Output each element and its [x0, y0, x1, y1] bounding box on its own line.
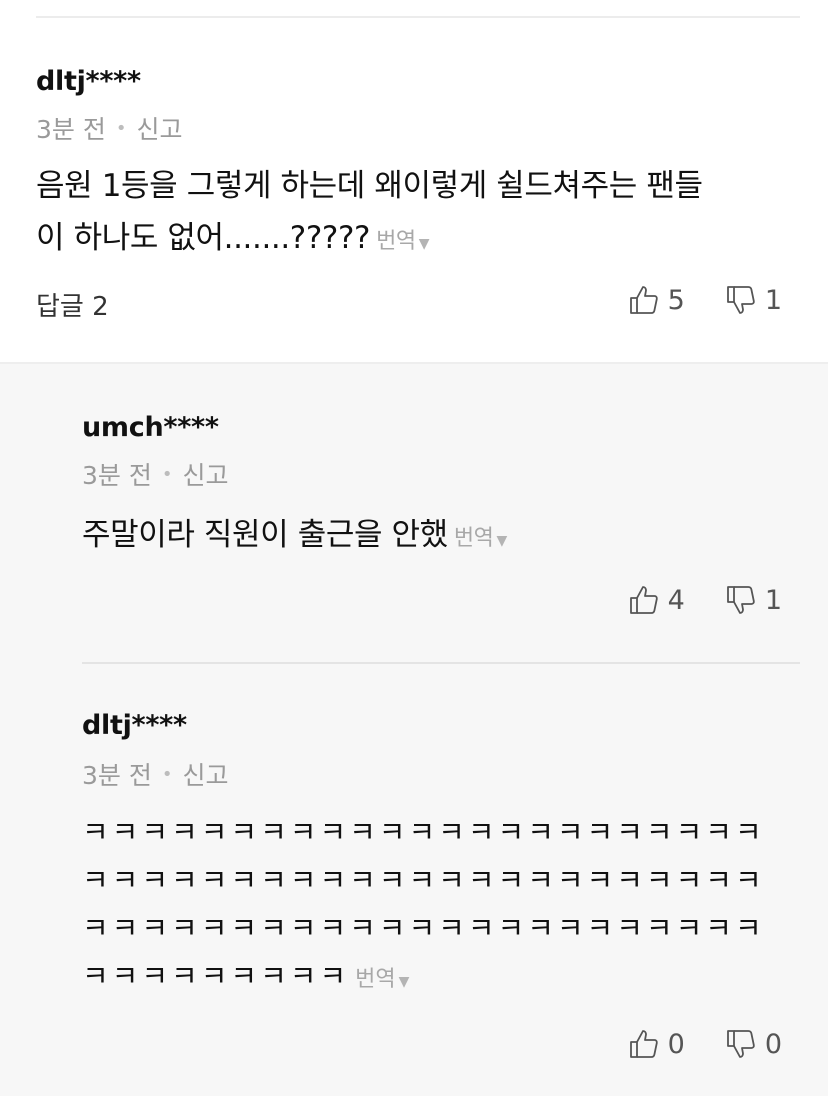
reply-text: 주말이라 직원이 출근을 안했 번역 ▼ [82, 509, 802, 567]
reply-author[interactable]: umch**** [82, 412, 219, 443]
dislike-count: 1 [764, 284, 782, 316]
dislike-count: 1 [764, 584, 782, 616]
like-button[interactable]: 4 [628, 584, 685, 616]
dislike-button[interactable]: 0 [725, 1028, 782, 1060]
replies-section: umch**** 3분 전 • 신고 주말이라 직원이 출근을 안했 번역 ▼ 4 [0, 364, 828, 1096]
like-count: 5 [667, 284, 685, 316]
like-count: 0 [667, 1028, 685, 1060]
reply-text-line: ㅋㅋㅋㅋㅋㅋㅋㅋㅋㅋㅋㅋㅋㅋㅋㅋㅋㅋㅋㅋㅋㅋㅋ [82, 911, 765, 945]
separator-dot: • [161, 763, 173, 785]
like-count: 4 [667, 584, 685, 616]
thumbs-up-icon [629, 1030, 658, 1058]
reply-time: 3분 전 [82, 461, 152, 490]
reply-text-line: ㅋㅋㅋㅋㅋㅋㅋㅋㅋㅋㅋㅋㅋㅋㅋㅋㅋㅋㅋㅋㅋㅋㅋ [82, 863, 765, 897]
dislike-count: 0 [764, 1028, 782, 1060]
report-button[interactable]: 신고 [182, 756, 228, 792]
thumbs-down-icon [726, 1030, 755, 1058]
report-button[interactable]: 신고 [182, 456, 228, 492]
caret-down-icon: ▼ [418, 236, 430, 252]
comment-text: 음원 1등을 그렇게 하는데 왜이렇게 쉴드쳐주는 팬들 이 하나도 없어...… [36, 160, 806, 270]
comment-text-line-content: 이 하나도 없어.......????? [36, 220, 371, 256]
reply-author[interactable]: dltj**** [82, 710, 187, 741]
caret-down-icon: ▼ [398, 974, 410, 990]
thumbs-down-icon [726, 586, 755, 614]
separator-dot: • [161, 463, 173, 485]
translate-button[interactable]: 번역 ▼ [454, 526, 507, 551]
caret-down-icon: ▼ [496, 533, 508, 549]
thumbs-up-icon [629, 586, 658, 614]
like-button[interactable]: 5 [628, 284, 685, 316]
comment-text-line: 음원 1등을 그렇게 하는데 왜이렇게 쉴드쳐주는 팬들 [36, 168, 703, 204]
comment: dltj**** 3분 전 • 신고 음원 1등을 그렇게 하는데 왜이렇게 쉴… [0, 18, 828, 364]
translate-button[interactable]: 번역 ▼ [355, 967, 409, 992]
report-button[interactable]: 신고 [136, 110, 182, 146]
dislike-button[interactable]: 1 [725, 584, 782, 616]
dislike-button[interactable]: 1 [725, 284, 782, 316]
separator-dot: • [115, 117, 127, 139]
vote-controls: 5 1 [628, 284, 782, 316]
translate-label: 번역 [376, 229, 416, 254]
comment-meta: 3분 전 • 신고 [36, 110, 183, 146]
reply-time: 3분 전 [82, 761, 152, 790]
translate-label: 번역 [355, 967, 396, 992]
translate-label: 번역 [453, 526, 494, 551]
like-button[interactable]: 0 [628, 1028, 685, 1060]
vote-controls: 4 1 [628, 584, 782, 616]
translate-button[interactable]: 번역 ▼ [376, 229, 429, 254]
comment-text-line: 이 하나도 없어.......????? 번역 ▼ [36, 212, 806, 270]
comment-thread: dltj**** 3분 전 • 신고 음원 1등을 그렇게 하는데 왜이렇게 쉴… [0, 0, 828, 1096]
thumbs-up-icon [629, 286, 658, 314]
thumbs-down-icon [726, 286, 755, 314]
reply-meta: 3분 전 • 신고 [82, 456, 229, 492]
reply-text: ㅋㅋㅋㅋㅋㅋㅋㅋㅋㅋㅋㅋㅋㅋㅋㅋㅋㅋㅋㅋㅋㅋㅋ ㅋㅋㅋㅋㅋㅋㅋㅋㅋㅋㅋㅋㅋㅋㅋㅋ… [82, 808, 802, 1006]
replies-toggle-button[interactable]: 답글 2 [36, 286, 109, 323]
reply-text-line: ㅋㅋㅋㅋㅋㅋㅋㅋㅋ 번역 ▼ [82, 952, 802, 1006]
divider [82, 662, 800, 664]
reply-meta: 3분 전 • 신고 [82, 756, 229, 792]
reply-text-line: ㅋㅋㅋㅋㅋㅋㅋㅋㅋㅋㅋㅋㅋㅋㅋㅋㅋㅋㅋㅋㅋㅋㅋ [82, 815, 765, 849]
comment-time: 3분 전 [36, 115, 106, 144]
comment-author[interactable]: dltj**** [36, 66, 141, 97]
vote-controls: 0 0 [628, 1028, 782, 1060]
reply-text-content: 주말이라 직원이 출근을 안했 [82, 517, 448, 553]
reply-text-line-content: ㅋㅋㅋㅋㅋㅋㅋㅋㅋ [82, 959, 350, 993]
